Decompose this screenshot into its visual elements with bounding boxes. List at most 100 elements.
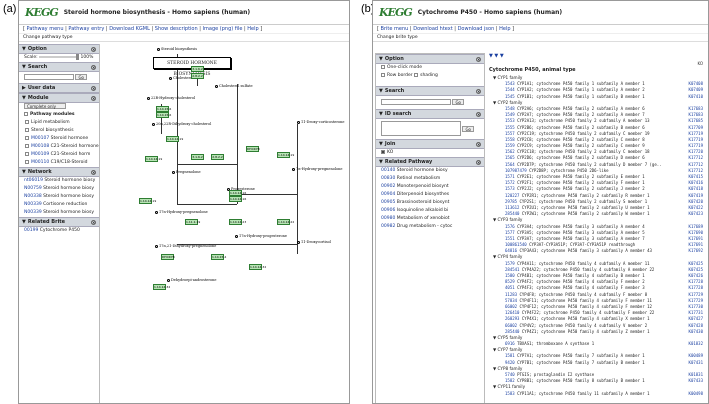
id-search-section-header[interactable]: ▼ ID search × xyxy=(376,109,484,119)
gene-id-link[interactable]: 8529 xyxy=(505,279,515,284)
gene-id-link[interactable]: 1579 xyxy=(505,261,515,266)
brite-gene-entry[interactable]: 1583 CYP11A1; cytochrome P450 family 11 … xyxy=(489,391,708,397)
network-item[interactable]: N00338 Steroid hormone biosy xyxy=(19,193,99,201)
nav-link[interactable]: Help xyxy=(499,26,510,32)
scale-slider[interactable] xyxy=(39,54,80,60)
gene-id-link[interactable]: 57834 xyxy=(505,298,517,303)
change-pathway-type-link[interactable]: Change pathway type xyxy=(19,34,349,42)
network-item[interactable]: nt06019 Steroid hormone biosy xyxy=(19,177,99,185)
compound-node[interactable] xyxy=(152,123,155,126)
close-icon[interactable]: × xyxy=(476,56,481,62)
gene-id-link[interactable]: 1544 xyxy=(505,87,515,92)
gene-box[interactable]: 1.14.14.19 xyxy=(145,156,162,162)
go-button[interactable]: Go xyxy=(462,125,474,132)
compound-label[interactable]: Dehydroepi-androsterone xyxy=(171,278,217,282)
kegg-logo[interactable]: KEGG xyxy=(25,6,59,19)
gene-box[interactable]: 1.14.14.19 xyxy=(277,152,294,158)
network-item[interactable]: N00759 Steroid hormone biosy xyxy=(19,185,99,193)
gene-id-link[interactable]: 107987479 xyxy=(505,168,527,173)
checkbox[interactable] xyxy=(25,143,29,148)
network-section-header[interactable]: ▼ Network × xyxy=(19,167,99,177)
gene-box[interactable]: 1.14.14.32 xyxy=(249,264,266,270)
ko-id-link[interactable]: K07410 xyxy=(689,94,703,100)
pathway-id-link[interactable]: 00906 xyxy=(381,208,395,213)
ko-id-link[interactable]: K00498 xyxy=(689,391,703,397)
gene-id-link[interactable]: 1582 xyxy=(505,378,515,383)
gene-box[interactable]: 2.8.2.2 xyxy=(211,154,224,160)
compound-node[interactable] xyxy=(297,241,300,244)
close-icon[interactable]: × xyxy=(91,95,96,101)
compound-label[interactable]: 17α,21-Dihydroxy-pregnenolone xyxy=(159,244,216,248)
gene-box[interactable]: 1.14.15.4 xyxy=(211,254,226,260)
compound-label[interactable]: 11-Deoxycortisol xyxy=(301,240,331,244)
gene-id-link[interactable]: 1545 xyxy=(505,94,515,99)
gene-id-link[interactable]: 1580 xyxy=(505,273,515,278)
pathway-id-link[interactable]: 00140 xyxy=(381,168,395,173)
gene-id-link[interactable]: 66002 xyxy=(505,304,517,309)
gene-box[interactable]: 2.8.2.2 xyxy=(191,73,204,79)
gene-box[interactable]: 1.14.15.6 xyxy=(156,112,171,118)
gene-id-link[interactable]: 1571 xyxy=(505,174,515,179)
gene-id-link[interactable]: 1565 xyxy=(505,155,515,160)
brite-link-id[interactable]: 00199 xyxy=(24,228,38,233)
gene-box[interactable]: 1.11.1.19 xyxy=(185,219,200,225)
compound-node[interactable] xyxy=(155,211,158,214)
related-brite-header[interactable]: ▼ Related Brite × xyxy=(19,217,99,227)
join-section-header[interactable]: ▼ Join × xyxy=(376,139,484,149)
related-pathway-item[interactable]: 00830 Retinol metabolism xyxy=(376,175,484,183)
checkbox[interactable] xyxy=(25,159,29,164)
gene-id-link[interactable]: 285440 xyxy=(505,211,519,216)
compound-label[interactable]: Pregnenolone xyxy=(176,170,201,174)
gene-id-link[interactable]: 1572 xyxy=(505,180,515,185)
gene-id-link[interactable]: 6916 xyxy=(505,341,515,346)
gene-box[interactable]: 1.14.14.19 xyxy=(166,136,183,142)
gene-id-link[interactable]: 113612 xyxy=(505,205,519,210)
network-id-link[interactable]: N00759 xyxy=(24,186,42,191)
gene-id-link[interactable]: 120227 xyxy=(505,193,519,198)
close-icon[interactable]: × xyxy=(476,159,481,165)
pathway-id-link[interactable]: 00905 xyxy=(381,200,395,205)
close-icon[interactable]: × xyxy=(91,85,96,91)
row-border-checkbox[interactable] xyxy=(381,72,385,77)
checkbox[interactable] xyxy=(24,111,28,116)
search-input[interactable] xyxy=(24,73,74,80)
compound-label[interactable]: 7α-Hydroxy-pregnenolone xyxy=(296,167,342,171)
compound-node[interactable] xyxy=(235,235,238,238)
compound-node[interactable] xyxy=(215,85,218,88)
ko-id-link[interactable]: K07433 xyxy=(689,378,703,384)
checkbox[interactable] xyxy=(25,151,29,156)
brite-gene-entry[interactable]: 64816 CYP3A43; cytochrome P450 family 3 … xyxy=(489,248,708,254)
network-id-link[interactable]: N00338 xyxy=(24,194,42,199)
compound-label[interactable]: 11-Deoxy-corticosterone xyxy=(301,120,344,124)
gene-box[interactable]: DHCR7B xyxy=(161,254,175,260)
module-section-header[interactable]: ▼ Module × xyxy=(19,93,99,103)
compound-node[interactable] xyxy=(157,48,160,51)
pathway-id-link[interactable]: 00980 xyxy=(381,216,395,221)
compound-node[interactable] xyxy=(297,121,300,124)
module-id-link[interactable]: M00108 xyxy=(31,144,49,149)
gene-id-link[interactable]: 1558 xyxy=(505,137,515,142)
gene-id-link[interactable]: 126410 xyxy=(505,310,519,315)
ko-id-link[interactable]: K07430 xyxy=(689,329,703,335)
nav-link[interactable]: Download json xyxy=(458,26,495,32)
gene-id-link[interactable]: 5740 xyxy=(505,372,515,377)
pathway-id-link[interactable]: 00902 xyxy=(381,184,395,189)
gene-id-link[interactable]: 66002 xyxy=(505,323,517,328)
gene-box[interactable]: DHCR7B xyxy=(246,146,260,152)
gene-id-link[interactable]: 1583 xyxy=(505,391,515,396)
gene-id-link[interactable]: 1573 xyxy=(505,186,515,191)
gene-id-link[interactable]: 1543 xyxy=(505,81,515,86)
related-pathway-item[interactable]: 00904 Diterpenoid biosynthes xyxy=(376,191,484,199)
network-id-link[interactable]: nt06019 xyxy=(24,178,43,183)
checkbox[interactable] xyxy=(25,119,29,124)
gene-id-link[interactable]: 4051 xyxy=(505,285,515,290)
one-click-checkbox[interactable] xyxy=(381,64,385,69)
gene-id-link[interactable]: 1548 xyxy=(505,106,515,111)
ko-id-link[interactable]: K01832 xyxy=(689,341,703,347)
compound-node[interactable] xyxy=(147,97,150,100)
gene-id-link[interactable]: 1555 xyxy=(505,125,515,130)
gene-box[interactable]: 1.14.14.32 xyxy=(153,284,170,290)
compound-label[interactable]: 17α-Hydroxy-progesterone xyxy=(239,234,287,238)
checkbox[interactable] xyxy=(25,135,29,140)
compound-node[interactable] xyxy=(155,245,158,248)
